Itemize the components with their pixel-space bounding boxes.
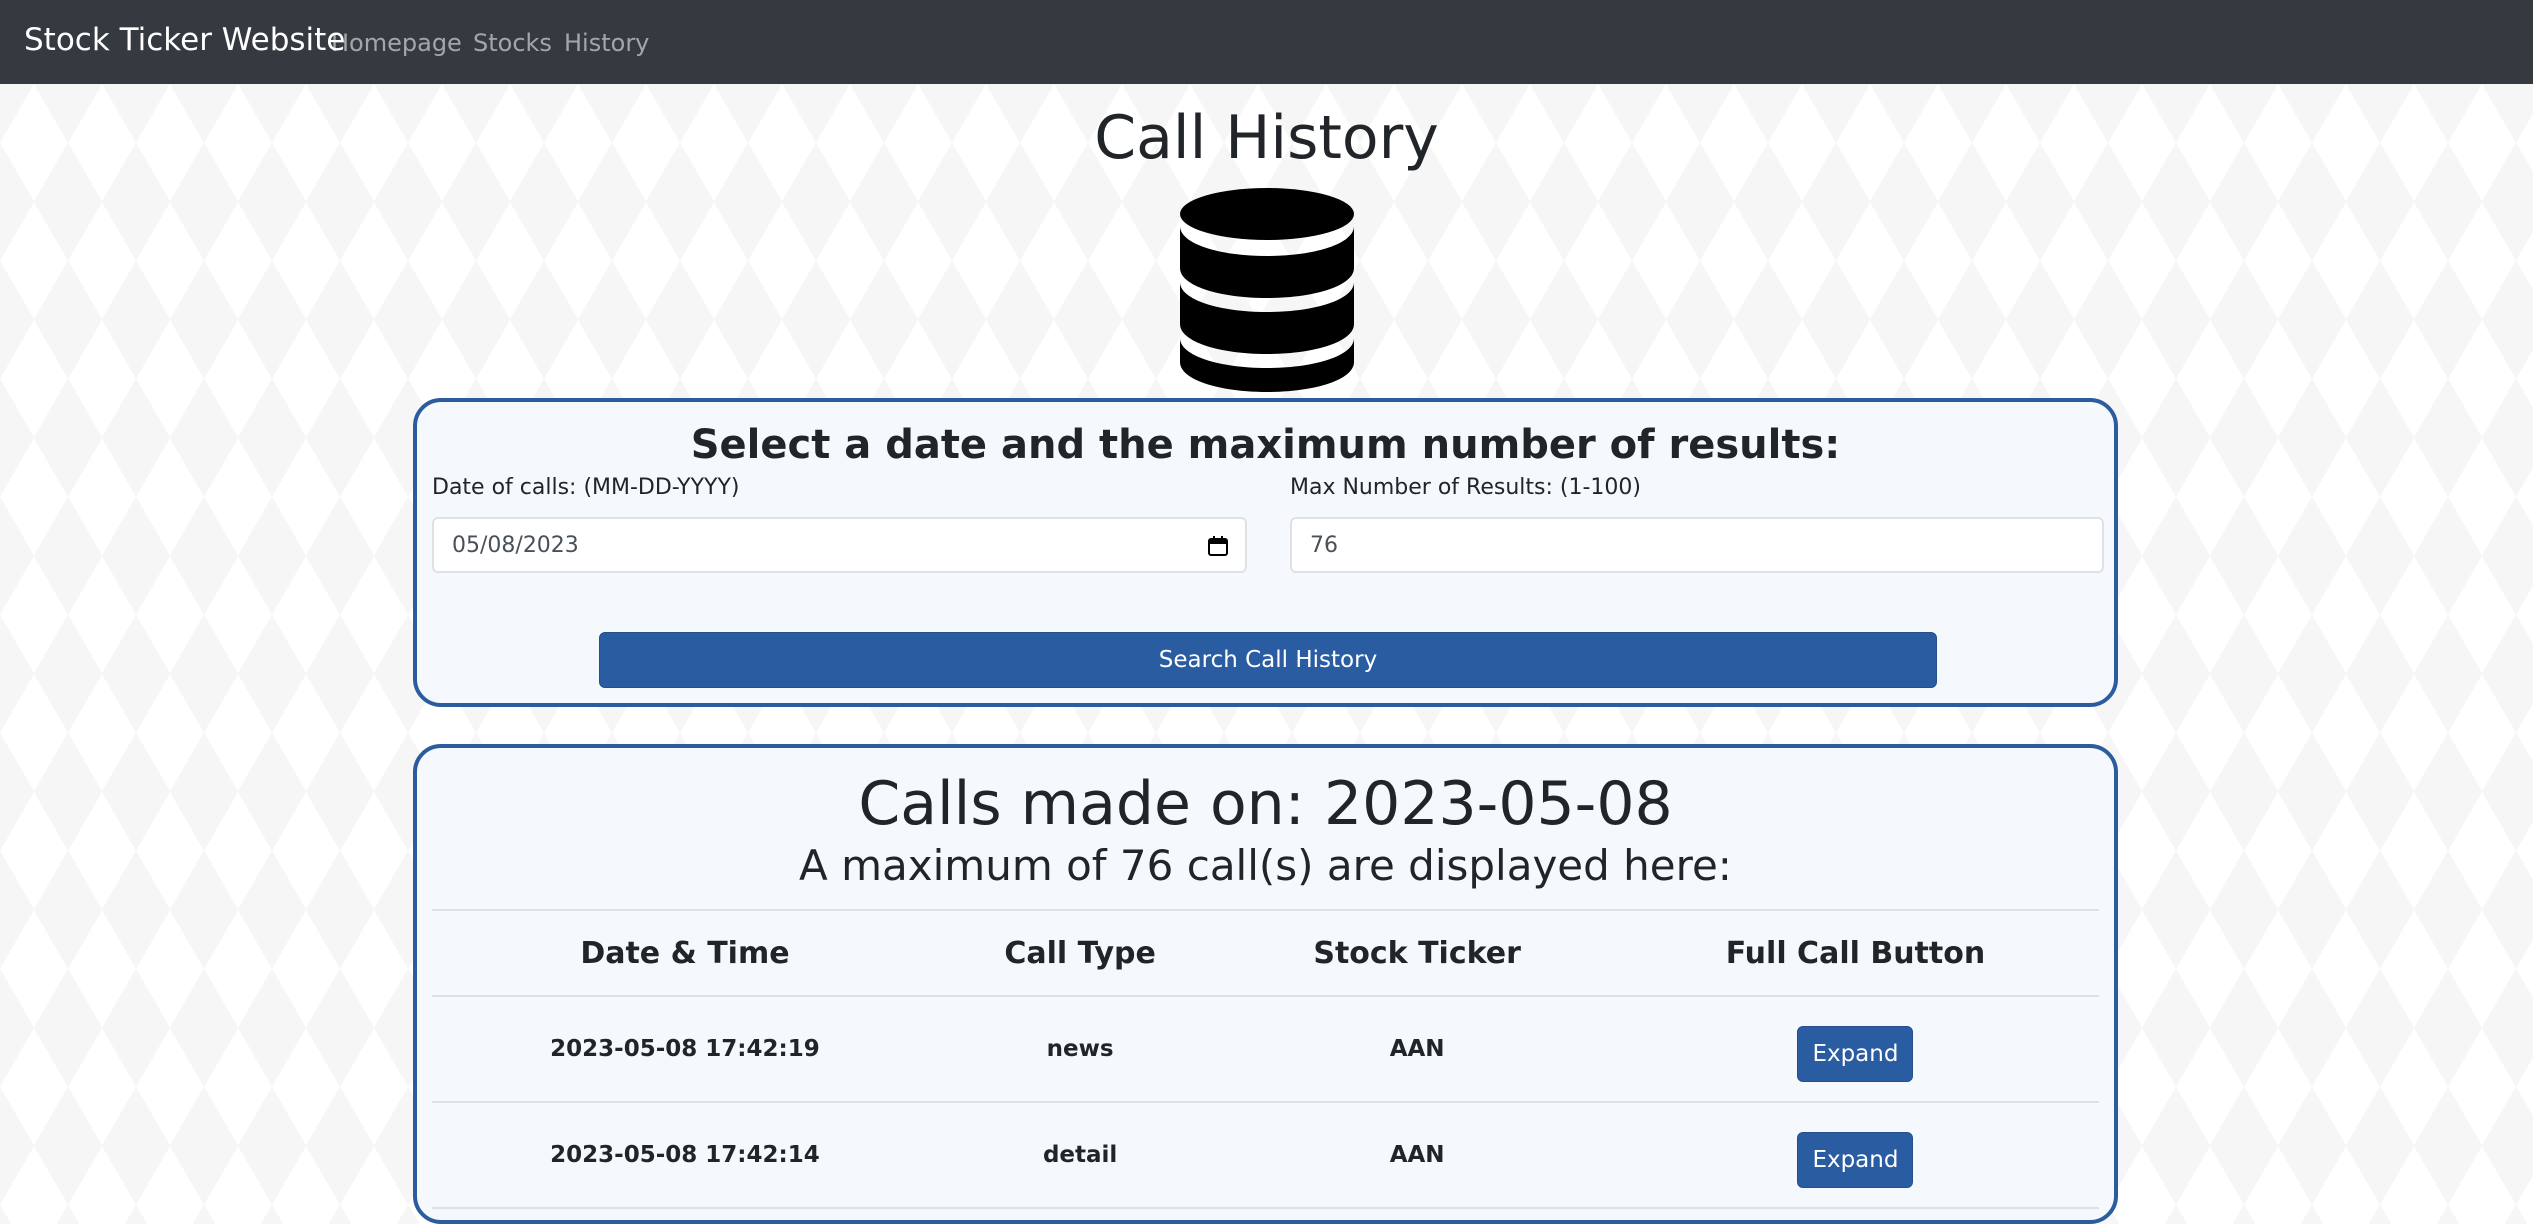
database-icon: [1180, 188, 1354, 392]
column-header-full-call: Full Call Button: [1611, 909, 2099, 997]
cell-call-type: news: [937, 996, 1223, 1103]
table-row: 2023-05-08 17:42:14 detail AAN Expand: [432, 1102, 2099, 1209]
date-input-value: 05/08/2023: [452, 532, 579, 558]
expand-button[interactable]: Expand: [1797, 1026, 1914, 1082]
cell-call-type: detail: [937, 1102, 1223, 1209]
column-header-datetime: Date & Time: [432, 909, 938, 997]
search-call-history-button[interactable]: Search Call History: [599, 632, 1937, 688]
date-input[interactable]: 05/08/2023: [432, 517, 1247, 573]
calendar-icon[interactable]: [1207, 535, 1229, 557]
table-row: 2023-05-08 17:42:19 news AAN Expand: [432, 996, 2099, 1103]
cell-full-call: Expand: [1611, 996, 2099, 1103]
date-field-label: Date of calls: (MM-DD-YYYY): [432, 475, 740, 500]
results-panel: Calls made on: 2023-05-08 A maximum of 7…: [413, 744, 2118, 1224]
nav-link-stocks[interactable]: Stocks: [473, 29, 552, 57]
cell-datetime: 2023-05-08 17:42:14: [432, 1102, 938, 1209]
top-navbar: Stock Ticker Website Homepage Stocks His…: [0, 0, 2533, 84]
page-title: Call History: [1094, 103, 1439, 173]
results-subheading: A maximum of 76 call(s) are displayed he…: [799, 841, 1732, 890]
expand-button[interactable]: Expand: [1797, 1132, 1914, 1188]
nav-link-history[interactable]: History: [564, 29, 649, 57]
search-panel: Select a date and the maximum number of …: [413, 398, 2118, 707]
search-heading: Select a date and the maximum number of …: [690, 422, 1841, 468]
cell-stock-ticker: AAN: [1222, 996, 1612, 1103]
cell-full-call: Expand: [1611, 1102, 2099, 1209]
max-results-label: Max Number of Results: (1-100): [1290, 475, 1641, 500]
column-header-stock-ticker: Stock Ticker: [1222, 909, 1612, 997]
cell-stock-ticker: AAN: [1222, 1102, 1612, 1209]
cell-datetime: 2023-05-08 17:42:19: [432, 996, 938, 1103]
max-results-value: 76: [1310, 532, 1338, 558]
nav-link-homepage[interactable]: Homepage: [331, 29, 462, 57]
column-header-call-type: Call Type: [937, 909, 1223, 997]
max-results-input[interactable]: 76: [1290, 517, 2104, 573]
table-header-row: Date & Time Call Type Stock Ticker Full …: [432, 909, 2099, 997]
call-history-table: Date & Time Call Type Stock Ticker Full …: [432, 909, 2099, 1209]
results-heading: Calls made on: 2023-05-08: [858, 769, 1673, 839]
navbar-brand[interactable]: Stock Ticker Website: [24, 22, 345, 58]
